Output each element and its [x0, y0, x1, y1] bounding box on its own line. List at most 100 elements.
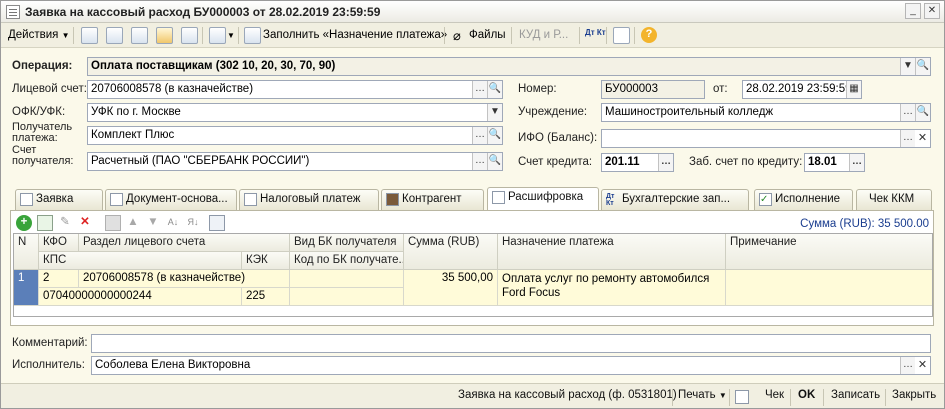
tab-base-document[interactable]: Документ-основа...: [105, 189, 237, 210]
row-number-cell[interactable]: 1: [14, 270, 39, 306]
number-field[interactable]: БУ000003: [601, 80, 705, 99]
ellipsis-icon[interactable]: …: [900, 357, 915, 374]
kps-cell[interactable]: 07040000000000244: [39, 288, 242, 306]
post-document-icon[interactable]: [156, 27, 173, 44]
ellipsis-icon[interactable]: …: [900, 130, 915, 147]
payee-account-field[interactable]: Расчетный (ПАО "СБЕРБАНК РОССИИ") … 🔍: [87, 152, 503, 171]
move-down-icon[interactable]: ▼: [145, 215, 161, 231]
date-label: от:: [713, 83, 728, 95]
copy-icon[interactable]: [131, 27, 148, 44]
ellipsis-icon[interactable]: …: [472, 127, 487, 144]
account-field[interactable]: 20706008578 (в казначействе) … 🔍: [87, 80, 503, 99]
zab-account-field[interactable]: 18.01 …: [804, 153, 865, 172]
sort-asc-icon[interactable]: A↓: [165, 215, 181, 231]
operation-field[interactable]: Оплата поставщикам (302 10, 20, 30, 70, …: [87, 57, 931, 76]
tab-counterparty[interactable]: Контрагент: [381, 189, 484, 210]
fill-purpose-button[interactable]: Заполнить «Назначение платежа»: [263, 26, 447, 45]
ofk-field[interactable]: УФК по г. Москве ▼: [87, 103, 503, 122]
go-to-icon[interactable]: [209, 27, 226, 44]
col-header-purpose[interactable]: Назначение платежа: [498, 234, 726, 270]
search-icon[interactable]: 🔍: [487, 81, 502, 98]
col-header-code-bk[interactable]: Код по БК получате...: [290, 252, 404, 270]
add-row-icon[interactable]: +: [16, 215, 32, 231]
calendar-icon[interactable]: ▦: [846, 81, 861, 98]
close-button[interactable]: Закрыть: [892, 389, 936, 401]
dt-kt-icon[interactable]: Дт Кт: [585, 28, 606, 47]
ellipsis-icon[interactable]: …: [658, 154, 673, 171]
payee-account-label: Счет получателя:: [12, 144, 74, 167]
toolbar-separator: [238, 27, 239, 44]
institution-field[interactable]: Машиностроительный колледж … 🔍: [601, 103, 931, 122]
end-edit-icon[interactable]: [105, 215, 121, 231]
chevron-down-icon[interactable]: ▼: [487, 104, 502, 121]
comment-label: Комментарий:: [12, 337, 88, 349]
col-header-vid-bk[interactable]: Вид БК получателя: [290, 234, 404, 252]
col-header-section[interactable]: Раздел лицевого счета: [79, 234, 290, 252]
section-cell[interactable]: 20706008578 (в казначействе): [79, 270, 290, 288]
document-window: Заявка на кассовый расход БУ000003 от 28…: [0, 0, 945, 409]
search-icon[interactable]: 🔍: [487, 153, 502, 170]
copy-row-icon[interactable]: [37, 215, 53, 231]
ifo-field[interactable]: … ✕: [601, 129, 931, 148]
minimize-button[interactable]: _: [905, 3, 921, 19]
unpost-document-icon[interactable]: [181, 27, 198, 44]
ellipsis-icon[interactable]: …: [849, 154, 864, 171]
col-header-note[interactable]: Примечание: [726, 234, 932, 270]
tab-breakdown[interactable]: Расшифровка: [487, 187, 599, 211]
col-header-kek[interactable]: КЭК: [242, 252, 290, 270]
kek-cell[interactable]: 225: [242, 288, 290, 306]
report-icon[interactable]: [613, 27, 630, 44]
search-icon[interactable]: 🔍: [915, 104, 930, 121]
tab-tax-payment[interactable]: Налоговый платеж: [239, 189, 379, 210]
fill-by-icon[interactable]: [209, 215, 225, 231]
tab-request[interactable]: Заявка: [15, 189, 103, 210]
col-header-n[interactable]: N: [14, 234, 39, 270]
print-form-button[interactable]: Заявка на кассовый расход (ф. 0531801): [458, 389, 677, 401]
executor-field[interactable]: Соболева Елена Викторовна … ✕: [91, 356, 931, 375]
title-bar: Заявка на кассовый расход БУ000003 от 28…: [1, 1, 944, 23]
date-field[interactable]: 28.02.2019 23:59:59 ▦: [742, 80, 862, 99]
comment-field[interactable]: [91, 334, 931, 353]
clear-icon[interactable]: ✕: [915, 357, 930, 374]
note-cell[interactable]: [726, 270, 932, 306]
refresh-icon[interactable]: [106, 27, 123, 44]
payee-field[interactable]: Комплект Плюс … 🔍: [87, 126, 503, 145]
search-icon[interactable]: 🔍: [915, 58, 930, 75]
credit-account-value: 201.11: [605, 156, 640, 168]
code-bk-cell[interactable]: [290, 288, 404, 306]
kfo-cell[interactable]: 2: [39, 270, 79, 288]
print-menu[interactable]: Печать ▼: [678, 389, 727, 401]
new-document-icon[interactable]: [81, 27, 98, 44]
clear-icon[interactable]: ✕: [915, 130, 930, 147]
search-icon[interactable]: 🔍: [487, 127, 502, 144]
col-header-kps[interactable]: КПС: [39, 252, 242, 270]
move-up-icon[interactable]: ▲: [125, 215, 141, 231]
toolbar-separator: [823, 389, 824, 406]
files-button[interactable]: Файлы: [469, 26, 506, 45]
ellipsis-icon[interactable]: …: [472, 153, 487, 170]
edit-icon[interactable]: ✎: [57, 215, 73, 231]
purpose-cell[interactable]: Оплата услуг по ремонту автомобился Ford …: [498, 270, 726, 306]
tab-accounting-entries[interactable]: Дт Кт Бухгалтерские зап...: [601, 189, 749, 210]
ok-button[interactable]: OK: [798, 389, 815, 401]
delete-icon[interactable]: ✕: [77, 215, 93, 231]
sort-desc-icon[interactable]: Я↓: [185, 215, 201, 231]
save-button[interactable]: Записать: [831, 389, 880, 401]
chevron-down-icon[interactable]: ▼: [227, 26, 235, 45]
document-icon: [6, 5, 20, 19]
kud-button[interactable]: КУД и Р...: [519, 26, 568, 45]
actions-menu[interactable]: Действия ▼: [8, 26, 70, 45]
chevron-down-icon[interactable]: ▼: [900, 58, 915, 75]
tab-kkm-receipt[interactable]: Чек ККМ: [856, 189, 932, 210]
tab-execution[interactable]: ✓ Исполнение: [754, 189, 853, 210]
sum-cell[interactable]: 35 500,00: [404, 270, 498, 306]
col-header-kfo[interactable]: КФО: [39, 234, 79, 252]
ellipsis-icon[interactable]: …: [900, 104, 915, 121]
col-header-sum[interactable]: Сумма (RUB): [404, 234, 498, 270]
credit-account-field[interactable]: 201.11 …: [601, 153, 674, 172]
ellipsis-icon[interactable]: …: [472, 81, 487, 98]
vid-bk-cell[interactable]: [290, 270, 404, 288]
close-window-button[interactable]: ✕: [924, 3, 940, 19]
help-icon[interactable]: ?: [641, 27, 657, 43]
check-button[interactable]: Чек: [765, 389, 784, 401]
